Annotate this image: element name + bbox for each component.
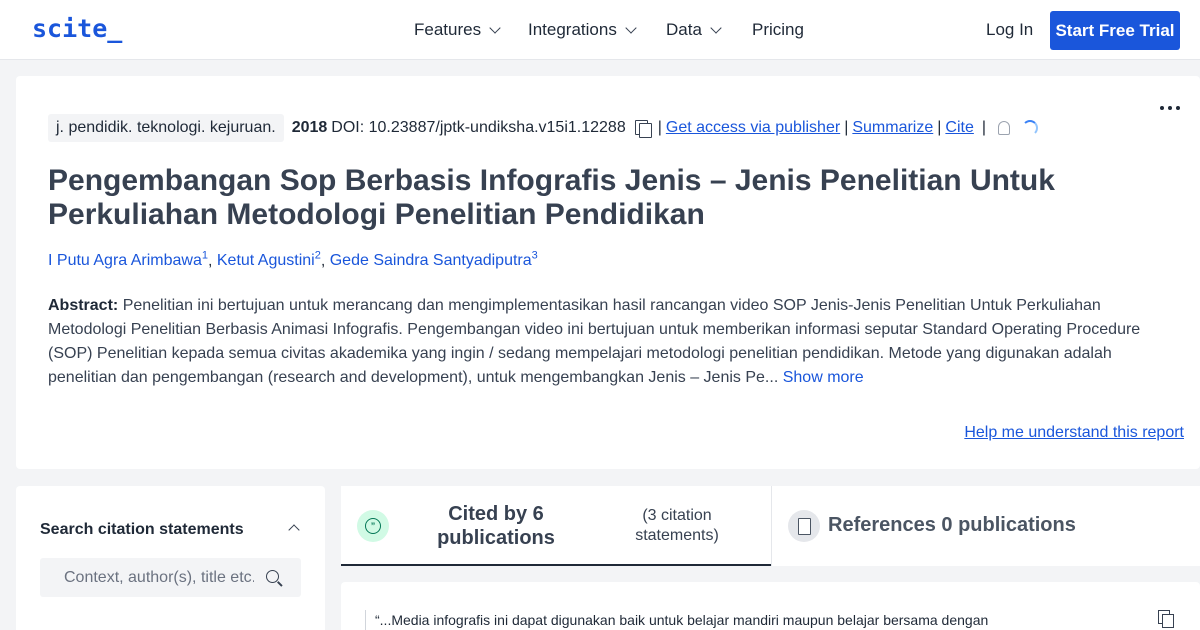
document-icon [788,510,820,542]
copy-icon[interactable] [1158,610,1176,628]
author-link[interactable]: Ketut Agustini2 [217,250,321,269]
separator: | [937,119,942,136]
citation-snippet: “...Media infografis ini dapat digunakan… [375,612,989,628]
publication-year: 2018 [291,119,328,136]
nav-features-label: Features [414,20,482,39]
scite-logo[interactable]: scite_ [32,14,122,43]
chevron-down-icon [710,21,722,34]
abstract: Abstract: Penelitian ini bertujuan untuk… [48,294,1158,390]
nav-data-label: Data [666,20,702,39]
quote-bar [365,610,366,630]
show-more-link[interactable]: Show more [783,369,864,386]
nav-features[interactable]: Features [414,20,501,40]
paper-meta: j. pendidik. teknologi. kejuruan. 2018 D… [48,114,1039,142]
author-list: I Putu Agra Arimbawa1, Ketut Agustini2, … [48,250,538,270]
more-icon[interactable] [1160,106,1180,110]
bell-icon[interactable] [998,121,1011,135]
journal-name: j. pendidik. teknologi. kejuruan. [48,114,284,142]
nav-pricing[interactable]: Pricing [752,20,804,40]
chevron-down-icon [625,21,637,34]
paper-title: Pengembangan Sop Berbasis Infografis Jen… [48,164,1055,231]
author-link[interactable]: Gede Saindra Santyadiputra3 [330,250,538,269]
help-understand-link[interactable]: Help me understand this report [964,424,1184,442]
nav-integrations-label: Integrations [528,20,617,39]
separator: | [657,119,662,136]
author-link[interactable]: I Putu Agra Arimbawa1 [48,250,208,269]
abstract-text: Penelitian ini bertujuan untuk merancang… [48,297,1141,386]
nav-integrations[interactable]: Integrations [528,20,637,40]
quote-icon: ” [357,510,389,542]
start-free-trial-button[interactable]: Start Free Trial [1050,11,1180,50]
chevron-down-icon [489,21,501,34]
spinner-icon [1022,120,1039,136]
copy-icon[interactable] [634,119,652,138]
nav-data[interactable]: Data [666,20,722,40]
chevron-up-icon[interactable] [288,524,300,536]
references-label: References 0 publications [828,514,1076,536]
search-citations-panel: Search citation statements [16,486,325,630]
search-box [40,558,301,597]
top-nav: scite_ Features Integrations Data Pricin… [0,0,1200,60]
login-link[interactable]: Log In [986,20,1033,40]
tab-cited-by[interactable]: ” Cited by 6 publications (3 citation st… [341,486,771,566]
separator: | [981,119,987,136]
cited-by-label: Cited by 6 publications [437,503,555,549]
cite-link[interactable]: Cite [945,119,973,137]
search-input[interactable] [64,568,254,587]
nav-pricing-label: Pricing [752,20,804,39]
separator: | [844,119,849,136]
citation-statement-card: “...Media infografis ini dapat digunakan… [341,582,1200,630]
search-panel-title: Search citation statements [40,521,244,538]
tab-references[interactable]: References 0 publications [771,486,1200,566]
summarize-link[interactable]: Summarize [852,119,933,137]
paper-card: j. pendidik. teknologi. kejuruan. 2018 D… [16,76,1200,469]
get-access-link[interactable]: Get access via publisher [666,119,840,137]
citation-statements-count: (3 citation statements) [635,507,719,544]
doi: DOI: 10.23887/jptk-undiksha.v15i1.12288 [331,119,626,136]
abstract-label: Abstract: [48,297,119,314]
search-icon[interactable] [266,570,279,583]
